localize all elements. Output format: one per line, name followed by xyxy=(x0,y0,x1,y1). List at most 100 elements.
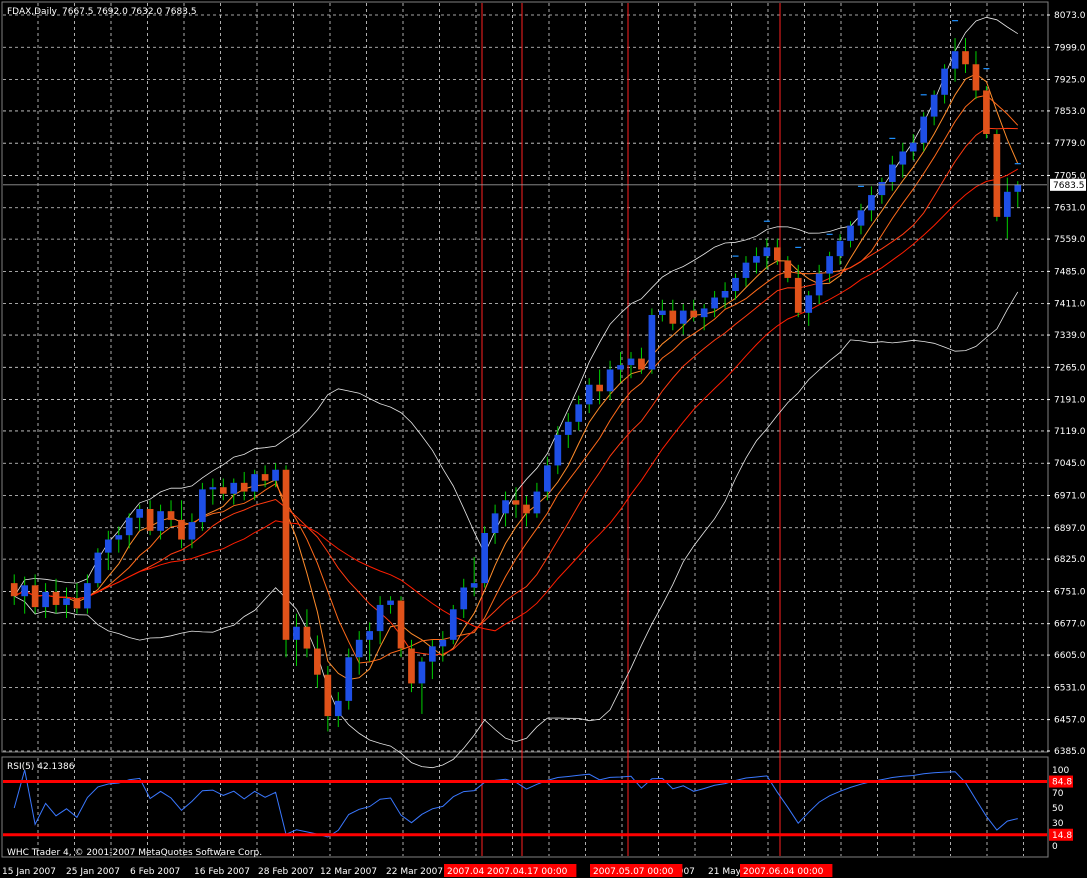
price-tick-label: 7853.0 xyxy=(1054,107,1086,117)
bull-candle xyxy=(941,68,948,95)
bull-candle xyxy=(815,273,823,296)
bull-candle xyxy=(617,365,624,370)
bull-candle xyxy=(209,487,217,490)
bear-candle xyxy=(10,583,18,597)
price-tick-label: 7339.0 xyxy=(1054,331,1086,341)
rsi-tick-label: 0 xyxy=(1052,842,1058,852)
bull-candle xyxy=(439,639,447,647)
price-tick-label: 7559.0 xyxy=(1054,235,1086,245)
bull-candle xyxy=(554,434,562,466)
date-label: 12 Mar 2007 xyxy=(320,867,377,877)
bear-candle xyxy=(523,504,530,514)
rsi-header: RSI(5) 42.1386 xyxy=(7,762,75,772)
bull-candle xyxy=(230,482,238,494)
bull-candle xyxy=(502,500,509,514)
price-tick-label: 6971.0 xyxy=(1054,491,1086,501)
bear-candle xyxy=(397,600,405,649)
bull-candle xyxy=(763,247,771,257)
bull-candle xyxy=(847,225,854,241)
bull-candle xyxy=(544,465,551,492)
bear-candle xyxy=(167,511,175,520)
price-tick-label: 8073.0 xyxy=(1054,11,1086,21)
price-tick-label: 6825.0 xyxy=(1054,555,1086,565)
bear-candle xyxy=(773,247,781,261)
price-tick-label: 7925.0 xyxy=(1054,76,1086,86)
bull-candle xyxy=(387,600,394,605)
symbol-header: FDAX,Daily xyxy=(7,7,58,17)
bull-candle xyxy=(334,700,342,717)
bull-candle xyxy=(732,277,739,291)
bear-candle xyxy=(282,469,290,640)
rsi-tick-label: 100 xyxy=(1052,766,1069,776)
bull-candle xyxy=(711,297,718,309)
price-tick-label: 6531.0 xyxy=(1054,683,1086,693)
bull-candle xyxy=(878,181,886,196)
bull-candle xyxy=(920,116,928,143)
bull-candle xyxy=(366,631,373,640)
bull-candle xyxy=(930,94,938,117)
price-tick-label: 7119.0 xyxy=(1054,427,1086,437)
ohlc-header: 7667.5 7692.0 7632.0 7683.5 xyxy=(62,7,197,17)
bull-candle xyxy=(679,310,687,324)
date-label: 6 Feb 2007 xyxy=(130,867,180,877)
bull-candle xyxy=(805,295,813,313)
bull-candle xyxy=(753,256,760,263)
bear-candle xyxy=(52,591,60,605)
bull-candle xyxy=(491,513,499,533)
bear-candle xyxy=(240,482,248,492)
bull-candle xyxy=(355,639,363,658)
price-tick-label: 7485.0 xyxy=(1054,267,1086,277)
date-label: 21 May xyxy=(708,867,742,877)
date-highlight-label: 2007.05.07 00:00 xyxy=(593,867,674,877)
date-label: 16 Feb 2007 xyxy=(194,867,250,877)
bull-candle xyxy=(376,604,384,632)
bull-candle xyxy=(868,195,875,211)
bull-candle xyxy=(659,310,666,315)
bull-candle xyxy=(700,308,708,318)
rsi-tick-label: 84.8 xyxy=(1052,778,1072,788)
bull-candle xyxy=(449,609,457,640)
date-highlight-label: 2007.06.04 00:00 xyxy=(743,867,824,877)
bull-candle xyxy=(460,587,468,610)
bull-candle xyxy=(627,358,635,366)
bear-candle xyxy=(146,509,154,531)
bull-candle xyxy=(1014,184,1022,192)
bull-candle xyxy=(345,657,353,701)
bear-candle xyxy=(303,626,311,649)
bull-candle xyxy=(742,262,750,278)
price-tick-label: 6751.0 xyxy=(1054,587,1086,597)
chart-canvas[interactable]: 100 84.870 50 30 14.80 8073.0 7999.0 7925.0 785… xyxy=(0,0,1087,878)
bull-candle xyxy=(857,210,865,226)
bull-candle xyxy=(888,164,896,182)
bull-candle xyxy=(899,151,907,165)
bull-candle xyxy=(42,591,49,608)
bear-candle xyxy=(314,648,321,675)
bull-candle xyxy=(21,585,29,597)
chart-window[interactable]: 100 84.8 70 50 30 14.8 0 8073.0 7999.0 7925.0 785… xyxy=(0,0,1087,878)
last-price-label: 7683.5 xyxy=(1053,181,1085,191)
price-tick-label: 6457.0 xyxy=(1054,716,1086,726)
bear-candle xyxy=(993,134,1001,217)
bull-candle xyxy=(63,598,70,605)
bull-candle xyxy=(104,539,112,553)
bull-candle xyxy=(564,421,572,435)
bull-candle xyxy=(470,583,478,588)
bull-candle xyxy=(84,583,91,609)
bear-candle xyxy=(178,519,185,540)
price-tick-label: 6897.0 xyxy=(1054,524,1086,534)
bull-candle xyxy=(418,661,426,684)
bear-candle xyxy=(983,90,990,135)
bull-candle xyxy=(721,291,729,298)
bear-candle xyxy=(261,474,269,481)
price-tick-label: 6385.0 xyxy=(1054,747,1086,757)
bear-candle xyxy=(31,585,39,608)
price-tick-label: 7265.0 xyxy=(1054,363,1086,373)
bear-candle xyxy=(408,648,415,684)
bear-candle xyxy=(784,260,792,278)
bull-candle xyxy=(481,532,488,584)
bull-candle xyxy=(606,369,614,392)
bull-candle xyxy=(272,469,279,481)
date-label: 15 Jan 2007 xyxy=(2,867,56,877)
bull-candle xyxy=(648,314,656,370)
date-highlight-label: 2007.04. xyxy=(447,867,487,877)
